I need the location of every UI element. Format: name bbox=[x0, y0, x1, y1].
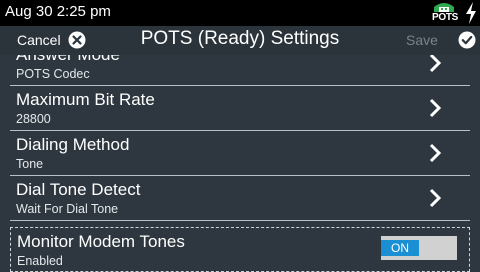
setting-row-dial-tone-detect[interactable]: Dial Tone Detect Wait For Dial Tone bbox=[10, 176, 470, 221]
setting-row-monitor-modem-tones[interactable]: Monitor Modem Tones Enabled ON bbox=[10, 227, 470, 272]
setting-value: 28800 bbox=[16, 112, 51, 126]
pots-icon-label: POTS bbox=[432, 12, 459, 23]
setting-value: Tone bbox=[16, 157, 44, 171]
toggle-on-label: ON bbox=[381, 240, 419, 256]
save-button[interactable]: Save bbox=[400, 26, 480, 55]
chevron-right-icon bbox=[428, 97, 442, 119]
setting-value: Wait For Dial Tone bbox=[16, 202, 119, 216]
setting-row-answer-mode[interactable]: Answer Mode POTS Codec bbox=[10, 55, 470, 86]
setting-title: Maximum Bit Rate bbox=[16, 90, 155, 109]
chevron-right-icon bbox=[428, 142, 442, 164]
chevron-right-icon bbox=[428, 187, 442, 209]
setting-title: Answer Mode bbox=[16, 55, 120, 65]
setting-title: Dialing Method bbox=[16, 135, 130, 154]
charging-bolt-icon bbox=[464, 2, 478, 24]
monitor-modem-tones-toggle[interactable]: ON bbox=[381, 236, 457, 260]
save-label: Save bbox=[406, 32, 438, 48]
setting-title: Monitor Modem Tones bbox=[17, 232, 185, 251]
settings-list: Answer Mode POTS Codec Maximum Bit Rate … bbox=[0, 55, 480, 272]
status-time: Aug 30 2:25 pm bbox=[5, 3, 111, 20]
setting-row-maximum-bit-rate[interactable]: Maximum Bit Rate 28800 bbox=[10, 86, 470, 131]
setting-value: POTS Codec bbox=[16, 67, 90, 81]
chevron-right-icon bbox=[428, 55, 442, 74]
status-bar: Aug 30 2:25 pm POTS bbox=[0, 0, 480, 26]
setting-row-dialing-method[interactable]: Dialing Method Tone bbox=[10, 131, 470, 176]
title-bar: Cancel POTS (Ready) Settings Save bbox=[0, 26, 480, 55]
pots-phone-icon: POTS bbox=[432, 1, 459, 25]
setting-title: Dial Tone Detect bbox=[16, 180, 141, 199]
check-circle-icon bbox=[458, 31, 476, 49]
setting-value: Enabled bbox=[17, 254, 63, 268]
